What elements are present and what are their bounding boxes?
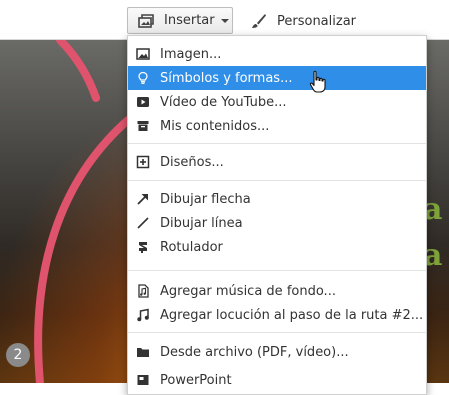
music-note-icon: [137, 308, 149, 322]
menu-item-symbols-shapes[interactable]: Símbolos y formas...: [128, 66, 426, 90]
menu-item-label: Desde archivo (PDF, vídeo)...: [160, 344, 349, 360]
menu-item-label: Dibujar línea: [160, 215, 243, 231]
menu-item-voiceover[interactable]: Agregar locución al paso de la ruta #2..…: [128, 303, 426, 327]
menu-item-label: Agregar música de fondo...: [160, 283, 336, 299]
archive-icon: [137, 121, 149, 131]
menu-divider: [128, 332, 426, 333]
customize-button[interactable]: Personalizar: [251, 8, 356, 34]
line-icon: [137, 217, 149, 229]
menu-item-from-file[interactable]: Desde archivo (PDF, vídeo)...: [128, 340, 426, 364]
menu-divider: [128, 180, 426, 181]
image-icon: [136, 48, 150, 60]
page-number-badge[interactable]: 2: [6, 343, 30, 367]
menu-item-label: PowerPoint: [160, 372, 232, 388]
customize-label: Personalizar: [277, 13, 357, 29]
menu-item-label: Agregar locución al paso de la ruta #2..…: [160, 307, 424, 323]
marker-icon: [139, 242, 147, 253]
music-file-icon: [138, 284, 149, 298]
menu-item-background-music[interactable]: Agregar música de fondo...: [128, 279, 426, 303]
insert-label: Insertar: [164, 13, 215, 28]
chevron-down-icon: [220, 18, 229, 23]
folder-icon: [137, 348, 149, 357]
powerpoint-icon: [137, 375, 149, 385]
menu-item-youtube-video[interactable]: Vídeo de YouTube...: [128, 90, 426, 114]
menu-item-marker[interactable]: Rotulador: [128, 235, 426, 259]
menu-item-my-content[interactable]: Mis contenidos...: [128, 114, 426, 138]
play-icon: [137, 97, 149, 107]
insert-icon: [138, 13, 154, 28]
brush-icon: [252, 14, 266, 28]
toolbar: Insertar Personalizar: [0, 0, 449, 40]
menu-divider: [128, 143, 426, 144]
menu-item-label: Imagen...: [160, 46, 222, 62]
lightbulb-icon: [138, 71, 148, 84]
plus-box-icon: [136, 155, 150, 169]
menu-item-label: Dibujar flecha: [160, 191, 251, 207]
hand-cursor-icon: [309, 70, 326, 93]
menu-item-powerpoint[interactable]: PowerPoint: [128, 368, 426, 392]
menu-item-label: Vídeo de YouTube...: [160, 94, 287, 110]
menu-item-label: Símbolos y formas...: [160, 70, 293, 86]
insert-menu: Imagen... Símbolos y formas... Vídeo de …: [127, 35, 427, 395]
insert-button[interactable]: Insertar: [127, 7, 233, 34]
menu-divider: [128, 270, 426, 271]
menu-item-label: Rotulador: [160, 239, 223, 255]
menu-item-designs[interactable]: Diseños...: [128, 150, 426, 174]
menu-item-label: Mis contenidos...: [160, 118, 270, 134]
menu-item-draw-line[interactable]: Dibujar línea: [128, 211, 426, 235]
menu-item-draw-arrow[interactable]: Dibujar flecha: [128, 187, 426, 211]
menu-item-image[interactable]: Imagen...: [128, 42, 426, 66]
arrow-icon: [137, 194, 148, 205]
menu-item-label: Diseños...: [160, 154, 224, 170]
